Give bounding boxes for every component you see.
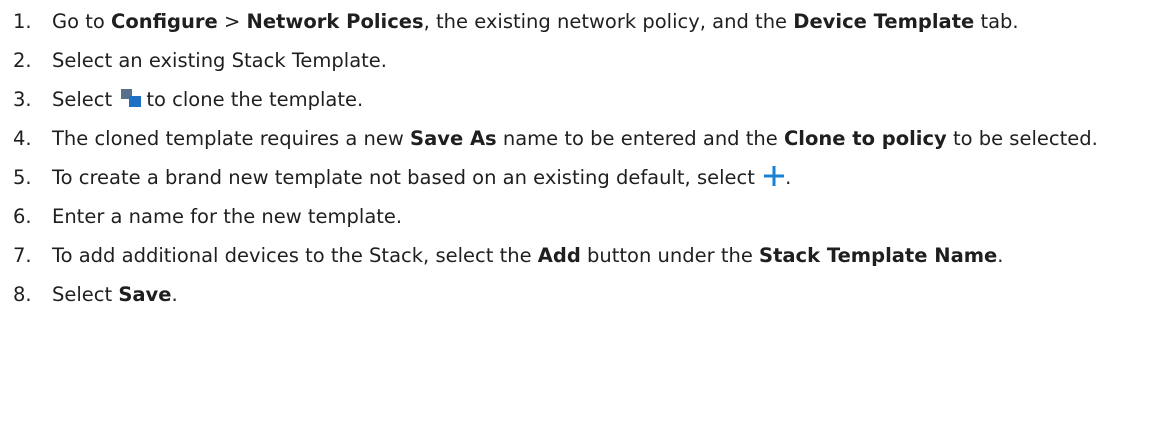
step-number: 2. [13, 49, 32, 72]
step-text: The cloned template requires a new Save … [52, 123, 1157, 154]
step-text-part: . [785, 166, 792, 189]
step-text: To add additional devices to the Stack, … [52, 240, 1157, 271]
step-number: 4. [13, 127, 32, 150]
plus-icon [764, 165, 785, 186]
tab-device-template: Device Template [793, 10, 975, 33]
step-number: 5. [13, 166, 32, 189]
menu-configure: Configure [111, 10, 218, 33]
step-text-part: > [217, 10, 247, 33]
step-text-part: Select [52, 283, 119, 306]
step-1: 1. Go to Configure > Network Polices, th… [0, 6, 1157, 37]
step-4: 4. The cloned template requires a new Sa… [0, 123, 1157, 154]
step-number: 1. [13, 10, 32, 33]
step-6: 6. Enter a name for the new template. [0, 201, 1157, 232]
step-text-part: to clone the template. [146, 88, 364, 111]
menu-network-policies: Network Polices [246, 10, 424, 33]
step-7: 7. To add additional devices to the Stac… [0, 240, 1157, 271]
step-text-part: to be selected. [946, 127, 1098, 150]
step-3: 3. Select to clone the template. [0, 84, 1157, 115]
step-text-part: Go to [52, 10, 112, 33]
step-text-part: Select [52, 88, 113, 111]
step-text-part: button under the [580, 244, 760, 267]
step-number: 6. [13, 205, 32, 228]
step-8: 8. Select Save. [0, 279, 1157, 310]
step-text-part: name to be entered and the [496, 127, 784, 150]
button-save: Save [118, 283, 172, 306]
step-text: Enter a name for the new template. [52, 201, 1157, 232]
field-stack-template-name: Stack Template Name [759, 244, 998, 267]
step-text: Select to clone the template. [52, 84, 1157, 115]
step-text-part: . [171, 283, 178, 306]
step-text: Select Save. [52, 279, 1157, 310]
field-save-as: Save As [410, 127, 497, 150]
step-text-part: , the existing network policy, and the [423, 10, 794, 33]
step-text-part: Select an existing Stack Template. [52, 49, 387, 72]
step-text-part: The cloned template requires a new [52, 127, 411, 150]
step-text-part: To create a brand new template not based… [52, 166, 762, 189]
step-text-part: Enter a name for the new template. [52, 205, 403, 228]
field-clone-to-policy: Clone to policy [783, 127, 947, 150]
step-number: 3. [13, 88, 32, 111]
instruction-steps: 1. Go to Configure > Network Polices, th… [0, 0, 1157, 310]
step-text-part: tab. [974, 10, 1019, 33]
step-text: Select an existing Stack Template. [52, 45, 1157, 76]
button-add: Add [537, 244, 581, 267]
step-text-part: . [997, 244, 1004, 267]
step-text: To create a brand new template not based… [52, 162, 1157, 193]
step-text: Go to Configure > Network Polices, the e… [52, 6, 1157, 37]
step-2: 2. Select an existing Stack Template. [0, 45, 1157, 76]
step-number: 8. [13, 283, 32, 306]
clone-icon [121, 88, 142, 107]
step-number: 7. [13, 244, 32, 267]
step-text-part: To add additional devices to the Stack, … [52, 244, 538, 267]
step-5: 5. To create a brand new template not ba… [0, 162, 1157, 193]
